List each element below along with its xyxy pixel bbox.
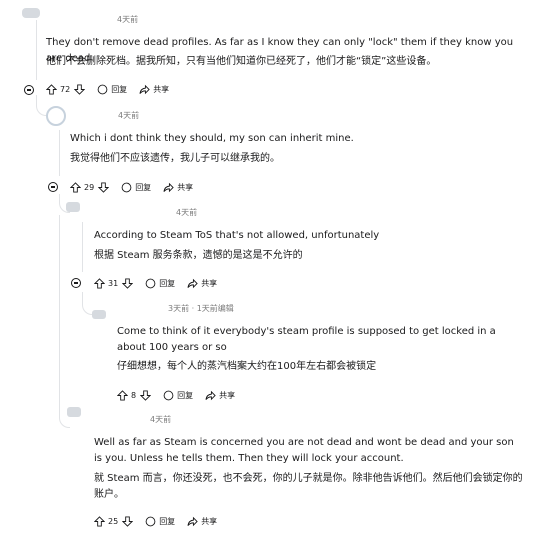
comment-text-en: Which i dont think they should, my son c… bbox=[70, 133, 354, 144]
downvote-button[interactable] bbox=[122, 277, 134, 289]
share-icon bbox=[139, 84, 150, 94]
reply-button[interactable]: 回复 bbox=[121, 182, 151, 193]
share-label: 共享 bbox=[153, 84, 170, 94]
upvote-button[interactable]: 72 bbox=[46, 83, 71, 95]
reply-label: 回复 bbox=[159, 516, 176, 526]
avatar[interactable] bbox=[67, 407, 81, 417]
comment-time: 4天前 bbox=[150, 415, 172, 424]
upvote-icon bbox=[94, 277, 105, 289]
share-icon bbox=[187, 516, 198, 526]
comment-time: 4天前 bbox=[118, 111, 140, 120]
thread-line bbox=[36, 20, 37, 80]
comment-time: 3天前 · 1天前编辑 bbox=[168, 304, 234, 313]
upvote-icon bbox=[46, 83, 57, 95]
upvote-button[interactable]: 25 bbox=[94, 515, 119, 527]
downvote-button[interactable] bbox=[122, 515, 134, 527]
vote-count: 72 bbox=[60, 84, 71, 94]
comment-icon bbox=[145, 278, 156, 288]
reply-label: 回复 bbox=[177, 390, 194, 400]
upvote-button[interactable]: 8 bbox=[117, 389, 137, 401]
upvote-icon bbox=[94, 515, 105, 527]
downvote-icon bbox=[98, 181, 110, 193]
comment-text-zh: 就 Steam 而言，你还没死，也不会死，你的儿子就是你。除非他告诉他们。然后他… bbox=[94, 473, 523, 500]
comment-icon bbox=[121, 182, 132, 192]
comment-text-en: Come to think of it everybody's steam pr… bbox=[117, 326, 496, 353]
comment-icon bbox=[163, 390, 174, 400]
share-button[interactable]: 共享 bbox=[187, 516, 217, 527]
share-button[interactable]: 共享 bbox=[187, 278, 217, 289]
collapse-icon[interactable] bbox=[48, 182, 58, 192]
comment-icon bbox=[145, 516, 156, 526]
upvote-button[interactable]: 31 bbox=[94, 277, 119, 289]
share-icon bbox=[187, 278, 198, 288]
vote-count: 8 bbox=[131, 390, 137, 400]
vote-count: 31 bbox=[108, 278, 119, 288]
avatar[interactable] bbox=[92, 310, 106, 319]
comment-text-en: According to Steam ToS that's not allowe… bbox=[94, 230, 380, 241]
reply-button[interactable]: 回复 bbox=[145, 278, 175, 289]
downvote-button[interactable] bbox=[74, 83, 86, 95]
share-label: 共享 bbox=[219, 390, 236, 400]
thread-line bbox=[82, 222, 83, 272]
reply-button[interactable]: 回复 bbox=[145, 516, 175, 527]
share-label: 共享 bbox=[201, 278, 218, 288]
thread-elbow bbox=[59, 415, 70, 428]
vote-count: 25 bbox=[108, 516, 119, 526]
reply-label: 回复 bbox=[135, 182, 152, 192]
reply-label: 回复 bbox=[159, 278, 176, 288]
downvote-icon bbox=[140, 389, 152, 401]
avatar[interactable] bbox=[46, 106, 66, 126]
comment-time: 4天前 bbox=[117, 15, 139, 24]
collapse-icon[interactable] bbox=[71, 278, 81, 288]
thread-line bbox=[59, 215, 60, 415]
comment-text-zh: 他们不会删除死档。据我所知，只有当他们知道你已经死了，他们才能“锁定”这些设备。 bbox=[46, 56, 437, 67]
share-label: 共享 bbox=[177, 182, 194, 192]
collapse-icon[interactable] bbox=[24, 85, 34, 95]
downvote-icon bbox=[74, 83, 86, 95]
comment-icon bbox=[97, 84, 108, 94]
share-icon bbox=[205, 390, 216, 400]
comment-time: 4天前 bbox=[176, 208, 198, 217]
reply-label: 回复 bbox=[111, 84, 128, 94]
upvote-icon bbox=[70, 181, 81, 193]
share-button[interactable]: 共享 bbox=[163, 182, 193, 193]
comment-text-zh: 我觉得他们不应该遗传，我儿子可以继承我的。 bbox=[70, 153, 280, 164]
share-button[interactable]: 共享 bbox=[205, 390, 235, 401]
downvote-button[interactable] bbox=[140, 389, 152, 401]
downvote-button[interactable] bbox=[98, 181, 110, 193]
share-label: 共享 bbox=[201, 516, 218, 526]
avatar[interactable] bbox=[22, 8, 40, 18]
comment-text-zh: 仔细想想，每个人的蒸汽档案大约在100年左右都会被锁定 bbox=[117, 361, 377, 372]
upvote-icon bbox=[117, 389, 128, 401]
share-button[interactable]: 共享 bbox=[139, 84, 169, 95]
downvote-icon bbox=[122, 277, 134, 289]
comment-text-zh: 根据 Steam 服务条款，遗憾的是这是不允许的 bbox=[94, 250, 303, 261]
comment-text-en: Well as far as Steam is concerned you ar… bbox=[94, 437, 514, 464]
reply-button[interactable]: 回复 bbox=[97, 84, 127, 95]
upvote-button[interactable]: 29 bbox=[70, 181, 95, 193]
vote-count: 29 bbox=[84, 182, 95, 192]
avatar[interactable] bbox=[66, 202, 80, 212]
thread-line bbox=[59, 130, 60, 176]
downvote-icon bbox=[122, 515, 134, 527]
reply-button[interactable]: 回复 bbox=[163, 390, 193, 401]
share-icon bbox=[163, 182, 174, 192]
